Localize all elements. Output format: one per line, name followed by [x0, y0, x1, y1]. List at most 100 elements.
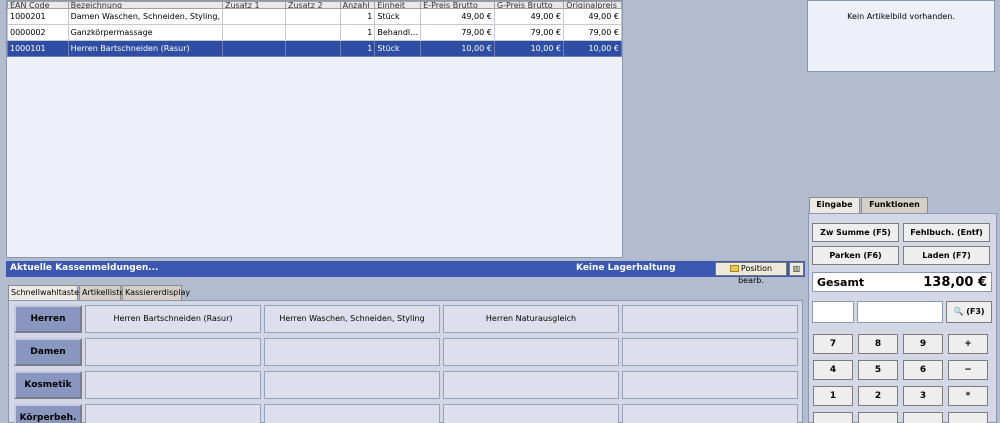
cell-einheit: Stück — [374, 8, 422, 25]
col-gpreis[interactable]: G-Preis Brutto — [493, 1, 565, 9]
cell-zusatz1 — [222, 40, 286, 57]
quickkey[interactable]: Herren Bartschneiden (Rasur) — [85, 305, 261, 333]
key-6[interactable]: 6 — [903, 360, 943, 380]
total-label: Gesamt — [817, 276, 865, 289]
col-anzahl[interactable]: Anzahl — [339, 1, 376, 9]
tab-eingabe[interactable]: Eingabe — [809, 197, 860, 214]
table-row[interactable]: 0000002 Ganzkörpermassage 1 Behandl… 79,… — [7, 24, 622, 41]
cell-anzahl: 1 — [339, 40, 376, 57]
key-minus[interactable]: − — [948, 360, 988, 380]
quickkey[interactable] — [622, 305, 798, 333]
table-row[interactable]: 1000201 Damen Waschen, Schneiden, Stylin… — [7, 8, 622, 25]
laden-button[interactable]: Laden (F7) — [903, 246, 990, 265]
cell-epreis: 79,00 € — [420, 24, 495, 41]
tab-artikelliste-label: Artikelliste — [82, 288, 125, 297]
key-partial[interactable] — [948, 412, 988, 423]
key-partial[interactable] — [903, 412, 943, 423]
right-panel: Kein Artikelbild vorhanden. Eingabe Funk… — [805, 0, 1000, 423]
tab-artikelliste[interactable]: Artikelliste — [79, 285, 125, 300]
quickkey[interactable] — [85, 338, 261, 366]
article-table: EAN Code Bezeichnung Zusatz 1 Zusatz 2 A… — [7, 1, 622, 57]
quickkey[interactable] — [85, 404, 261, 423]
key-7[interactable]: 7 — [813, 334, 853, 354]
table-header: EAN Code Bezeichnung Zusatz 1 Zusatz 2 A… — [7, 1, 622, 9]
key-partial[interactable] — [813, 412, 853, 423]
cell-epreis: 10,00 € — [420, 40, 495, 57]
zwsumme-button[interactable]: Zw Summe (F5) — [812, 223, 899, 242]
quickkey-panel: Herren Damen Kosmetik Körperbeh. Herren … — [8, 300, 803, 423]
total-display: Gesamt 138,00 € — [812, 272, 992, 292]
category-herren[interactable]: Herren — [14, 305, 82, 333]
quickkey[interactable] — [443, 338, 619, 366]
category-kosmetik[interactable]: Kosmetik — [14, 371, 82, 399]
cell-gpreis: 49,00 € — [493, 8, 565, 25]
col-einheit[interactable]: Einheit — [374, 1, 422, 9]
category-koerperbeh[interactable]: Körperbeh. — [14, 404, 82, 423]
cell-bezeichnung: Ganzkörpermassage — [67, 24, 224, 41]
cell-anzahl: 1 — [339, 8, 376, 25]
col-zusatz2[interactable]: Zusatz 2 — [284, 1, 341, 9]
quickkey[interactable] — [443, 404, 619, 423]
quickkey[interactable] — [264, 404, 440, 423]
key-9[interactable]: 9 — [903, 334, 943, 354]
cell-originalpreis: 49,00 € — [563, 8, 622, 25]
cell-ean: 0000002 — [7, 24, 69, 41]
quickkey[interactable] — [622, 371, 798, 399]
fehlbuchung-button[interactable]: Fehlbuch. (Entf) — [903, 223, 990, 242]
cell-einheit: Behandl… — [374, 24, 422, 41]
quickkey[interactable] — [264, 338, 440, 366]
col-originalpreis[interactable]: Originalpreis — [563, 1, 622, 9]
cell-ean: 1000101 — [7, 40, 69, 57]
cell-zusatz2 — [284, 24, 341, 41]
search-button-label: (F3) — [966, 307, 985, 316]
key-1[interactable]: 1 — [813, 386, 853, 406]
quickkey[interactable]: Herren Waschen, Schneiden, Styling — [264, 305, 440, 333]
tab-schnellwahltasten[interactable]: Schnellwahltasten — [8, 285, 84, 301]
message-bar: Aktuelle Kassenmeldungen... Keine Lagerh… — [6, 261, 806, 285]
category-damen[interactable]: Damen — [14, 338, 82, 366]
article-search-input[interactable] — [857, 301, 943, 323]
quickkey[interactable] — [622, 338, 798, 366]
cell-epreis: 49,00 € — [420, 8, 495, 25]
cell-einheit: Stück — [374, 40, 422, 57]
quantity-input[interactable] — [812, 301, 854, 323]
cell-originalpreis: 10,00 € — [563, 40, 622, 57]
cell-gpreis: 10,00 € — [493, 40, 565, 57]
key-plus[interactable]: + — [948, 334, 988, 354]
key-4[interactable]: 4 — [813, 360, 853, 380]
cell-bezeichnung: Damen Waschen, Schneiden, Styling, — [67, 8, 224, 25]
quickkey[interactable] — [85, 371, 261, 399]
message-text: Aktuelle Kassenmeldungen... — [10, 263, 159, 273]
key-3[interactable]: 3 — [903, 386, 943, 406]
tab-eingabe-label: Eingabe — [816, 200, 853, 209]
search-button[interactable]: 🔍 (F3) — [946, 301, 992, 323]
cell-anzahl: 1 — [339, 24, 376, 41]
total-value: 138,00 € — [923, 275, 987, 290]
parken-button[interactable]: Parken (F6) — [812, 246, 899, 265]
col-epreis[interactable]: E-Preis Brutto — [420, 1, 495, 9]
col-ean[interactable]: EAN Code — [7, 1, 69, 9]
key-partial[interactable] — [858, 412, 898, 423]
grid-icon[interactable]: ▥ — [789, 262, 804, 276]
tab-funktionen[interactable]: Funktionen — [861, 197, 928, 213]
position-edit-label: Position bearb. — [738, 264, 773, 285]
key-5[interactable]: 5 — [858, 360, 898, 380]
quickkey[interactable] — [622, 404, 798, 423]
tab-kassiererdisplay[interactable]: Kassiererdisplay — [122, 285, 190, 300]
key-2[interactable]: 2 — [858, 386, 898, 406]
cell-zusatz2 — [284, 8, 341, 25]
position-edit-button[interactable]: Position bearb. — [715, 262, 787, 285]
quickkey[interactable] — [443, 371, 619, 399]
key-multiply[interactable]: * — [948, 386, 988, 406]
lager-status: Keine Lagerhaltung — [576, 263, 676, 273]
cell-originalpreis: 79,00 € — [563, 24, 622, 41]
main-panel: EAN Code Bezeichnung Zusatz 1 Zusatz 2 A… — [3, 0, 806, 423]
quickkey[interactable] — [264, 371, 440, 399]
article-image-box: Kein Artikelbild vorhanden. — [807, 0, 995, 72]
col-bezeichnung[interactable]: Bezeichnung — [67, 1, 224, 9]
table-row-selected[interactable]: 1000101 Herren Bartschneiden (Rasur) 1 S… — [7, 40, 622, 57]
quickkey[interactable]: Herren Naturausgleich — [443, 305, 619, 333]
col-zusatz1[interactable]: Zusatz 1 — [222, 1, 286, 9]
key-8[interactable]: 8 — [858, 334, 898, 354]
no-image-text: Kein Artikelbild vorhanden. — [847, 12, 955, 21]
